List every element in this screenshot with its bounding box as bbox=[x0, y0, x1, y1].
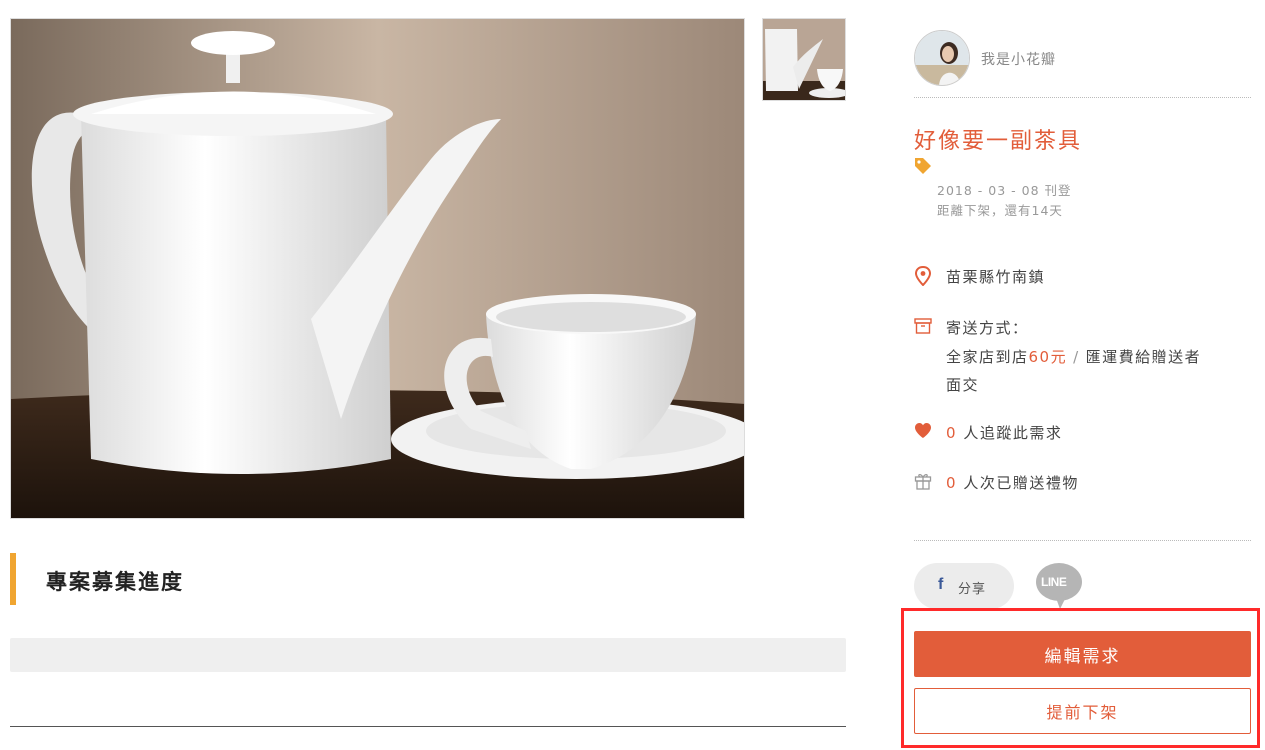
posted-date: 2018 - 03 - 08 刊登 bbox=[937, 183, 1072, 198]
progress-section-heading: 專案募集進度 bbox=[10, 553, 410, 605]
avatar[interactable] bbox=[914, 30, 970, 86]
heart-icon bbox=[914, 422, 932, 442]
thumbnail-image[interactable] bbox=[762, 18, 846, 101]
facebook-share-label: 分享 bbox=[958, 582, 987, 597]
line-label: LINE bbox=[1041, 575, 1067, 589]
shipping-separator: / bbox=[1073, 348, 1080, 366]
gifts-text: 0 人次已贈送禮物 bbox=[946, 472, 1079, 493]
shipping-option-suffix: 匯運費給贈送者 bbox=[1085, 348, 1202, 366]
edit-request-button[interactable]: 編輯需求 bbox=[914, 631, 1251, 677]
map-pin-icon bbox=[914, 265, 932, 287]
shipping-option-prefix: 全家店到店 bbox=[946, 348, 1029, 366]
shipping-price: 60元 bbox=[1028, 348, 1068, 366]
shipping-option-meetup: 面交 bbox=[946, 376, 980, 394]
progress-heading-text: 專案募集進度 bbox=[46, 570, 184, 594]
gifts-label: 人次已贈送禮物 bbox=[963, 474, 1079, 492]
divider bbox=[914, 540, 1251, 541]
followers-label: 人追蹤此需求 bbox=[963, 424, 1063, 442]
price-tag-icon bbox=[914, 157, 932, 175]
remaining-time: 距離下架，還有14天 bbox=[937, 203, 1063, 218]
followers-count: 0 bbox=[946, 424, 958, 442]
item-title: 好像要一副茶具 bbox=[914, 129, 1083, 154]
shipping-option-delivery: 全家店到店60元 / 匯運費給贈送者 bbox=[946, 346, 1201, 367]
progress-bar bbox=[10, 638, 846, 672]
section-divider bbox=[10, 726, 846, 727]
shipping-label: 寄送方式： bbox=[946, 319, 1029, 337]
facebook-icon: f bbox=[938, 576, 944, 593]
gift-icon bbox=[914, 472, 932, 492]
takedown-early-button[interactable]: 提前下架 bbox=[914, 688, 1251, 734]
location-text: 苗栗縣竹南鎮 bbox=[946, 268, 1046, 286]
followers-text: 0 人追蹤此需求 bbox=[946, 422, 1062, 443]
main-product-image bbox=[10, 18, 745, 519]
divider bbox=[914, 97, 1251, 98]
facebook-share-button[interactable]: f 分享 bbox=[914, 563, 1014, 609]
poster-name[interactable]: 我是小花瓣 bbox=[981, 49, 1056, 69]
gifts-count: 0 bbox=[946, 474, 958, 492]
box-icon bbox=[914, 317, 932, 337]
